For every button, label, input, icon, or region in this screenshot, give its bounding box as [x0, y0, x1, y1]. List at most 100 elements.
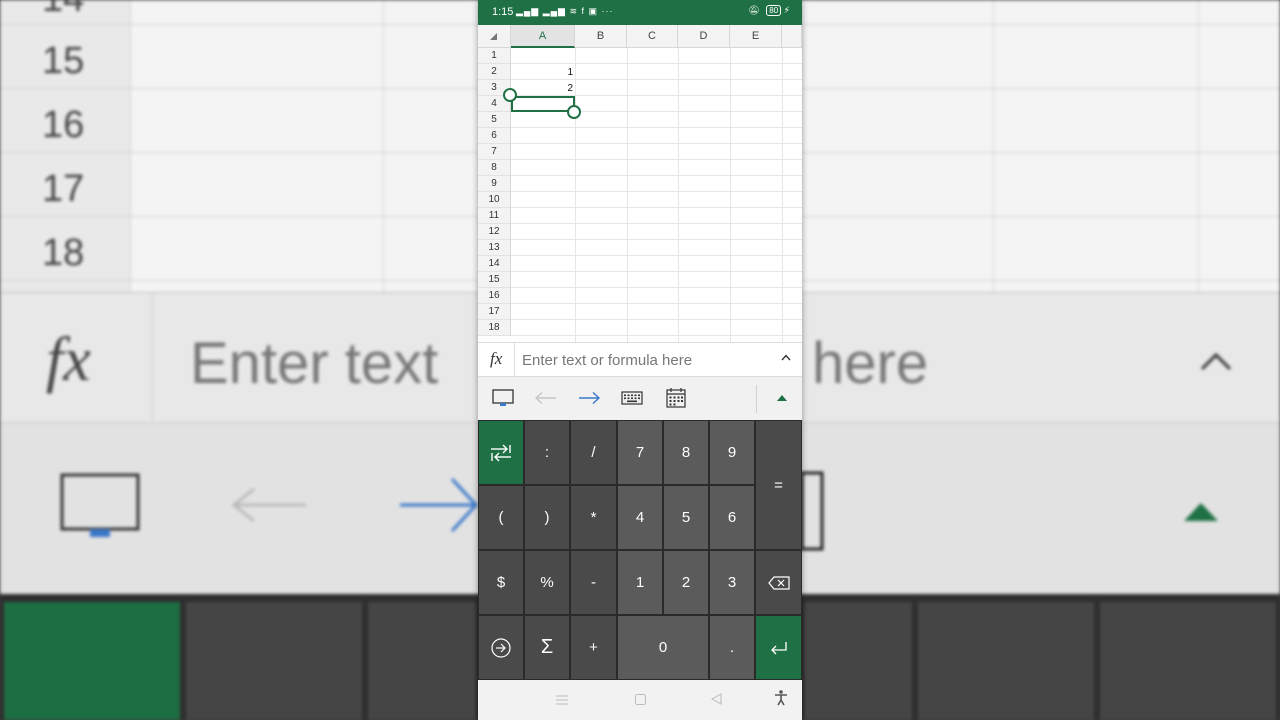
select-all-icon	[490, 33, 497, 40]
dollar-key[interactable]: $	[479, 551, 523, 614]
grid-row-line	[511, 63, 802, 64]
calendar-icon[interactable]	[665, 387, 687, 409]
column-header-b[interactable]: B	[575, 25, 627, 48]
status-bar: 1:15 ▂▄▆ ▂▄▆ ≋ f ▣ ··· 🔕︎ 80 ⚡︎	[478, 0, 802, 25]
phone-screen: 1:15 ▂▄▆ ▂▄▆ ≋ f ▣ ··· 🔕︎ 80 ⚡︎ A B C D …	[478, 0, 802, 720]
chevron-up-icon[interactable]	[781, 352, 791, 364]
backdrop-row-number: 18	[42, 232, 85, 274]
digit-8-key[interactable]: 8	[664, 421, 708, 484]
equals-key[interactable]: =	[756, 421, 801, 549]
row-header-11[interactable]: 11	[478, 208, 511, 224]
backdrop-arrow-left-icon	[231, 487, 306, 523]
cell-a2[interactable]: 1	[513, 67, 573, 78]
grid-column-line	[782, 48, 783, 342]
selection-handle-start[interactable]	[503, 88, 517, 102]
grid-column-line	[575, 48, 576, 342]
grid-row-line	[511, 207, 802, 208]
tab-key[interactable]	[479, 421, 523, 484]
row-header-1[interactable]: 1	[478, 48, 511, 64]
backdrop-key	[4, 602, 180, 720]
digit-9-key[interactable]: 9	[710, 421, 754, 484]
accessibility-icon[interactable]	[774, 690, 788, 709]
percent-key[interactable]: %	[525, 551, 569, 614]
spreadsheet-grid[interactable]: A B C D E 1 2 3 4 5 6 7 8 9 10 11 12 13 …	[478, 25, 802, 342]
arrow-right-icon[interactable]	[577, 387, 601, 409]
row-header-12[interactable]: 12	[478, 224, 511, 240]
column-header-d[interactable]: D	[678, 25, 730, 48]
row-header-6[interactable]: 6	[478, 128, 511, 144]
formula-bar: fx	[478, 342, 802, 377]
row-header-5[interactable]: 5	[478, 112, 511, 128]
digit-3-key[interactable]: 3	[710, 551, 754, 614]
back-icon[interactable]	[710, 692, 722, 708]
row-header-15[interactable]: 15	[478, 272, 511, 288]
column-header-f[interactable]	[782, 25, 802, 48]
row-header-18[interactable]: 18	[478, 320, 511, 336]
decimal-key[interactable]: .	[710, 616, 754, 679]
keyboard-icon[interactable]	[621, 387, 643, 409]
charging-icon: ⚡︎	[783, 5, 790, 15]
digit-6-key[interactable]: 6	[710, 486, 754, 549]
cell-a3[interactable]: 2	[513, 83, 573, 94]
arrow-left-icon[interactable]	[534, 387, 558, 409]
multiply-key[interactable]: *	[571, 486, 616, 549]
grid-row-line	[511, 223, 802, 224]
digit-2-key[interactable]: 2	[664, 551, 708, 614]
slash-key[interactable]: /	[571, 421, 616, 484]
row-header-7[interactable]: 7	[478, 144, 511, 160]
battery-icon: 80	[766, 5, 782, 16]
backdrop-triangle-up-icon	[1184, 503, 1218, 521]
digit-4-key[interactable]: 4	[618, 486, 662, 549]
grid-row-line	[511, 159, 802, 160]
row-header-17[interactable]: 17	[478, 304, 511, 320]
row-header-8[interactable]: 8	[478, 160, 511, 176]
column-header-a[interactable]: A	[511, 25, 575, 48]
backdrop-formula-text: Enter text	[190, 331, 439, 396]
grid-row-line	[511, 127, 802, 128]
right-paren-key[interactable]: )	[525, 486, 569, 549]
grid-row-line	[511, 287, 802, 288]
column-header-c[interactable]: C	[627, 25, 678, 48]
grid-row-line	[511, 255, 802, 256]
plus-key[interactable]: +	[571, 616, 616, 679]
row-header-9[interactable]: 9	[478, 176, 511, 192]
sum-key[interactable]: Σ	[525, 616, 569, 679]
row-header-10[interactable]: 10	[478, 192, 511, 208]
next-key[interactable]	[479, 616, 523, 679]
enter-icon	[770, 641, 787, 654]
circle-arrow-icon	[491, 637, 511, 658]
enter-key[interactable]	[756, 616, 801, 679]
digit-7-key[interactable]: 7	[618, 421, 662, 484]
digit-1-key[interactable]: 1	[618, 551, 662, 614]
backdrop-arrow-right-icon	[400, 477, 479, 533]
cell-view-icon[interactable]	[492, 387, 514, 409]
column-header-e[interactable]: E	[730, 25, 782, 48]
status-right-icons: 🔕︎ 80 ⚡︎	[748, 5, 790, 16]
digit-5-key[interactable]: 5	[664, 486, 708, 549]
grid-column-line	[678, 48, 679, 342]
keypad-toolbar	[478, 377, 802, 420]
formula-input[interactable]	[522, 349, 772, 371]
select-all-corner[interactable]	[478, 25, 511, 48]
row-header-2[interactable]: 2	[478, 64, 511, 80]
grid-row-line	[511, 191, 802, 192]
triangle-up-icon[interactable]	[776, 387, 788, 409]
row-header-14[interactable]: 14	[478, 256, 511, 272]
colon-key[interactable]: :	[525, 421, 569, 484]
digit-0-key[interactable]: 0	[618, 616, 708, 679]
grid-column-line	[730, 48, 731, 342]
home-icon[interactable]	[635, 692, 646, 708]
selection-handle-end[interactable]	[567, 105, 581, 119]
backdrop-gridline	[383, 0, 384, 292]
backdrop-calendar-icon	[800, 471, 824, 551]
left-paren-key[interactable]: (	[479, 486, 523, 549]
minus-key[interactable]: -	[571, 551, 616, 614]
backspace-key[interactable]	[756, 551, 801, 614]
cell-selection-a4[interactable]	[511, 96, 575, 112]
backdrop-key	[368, 602, 476, 720]
backdrop-gridline	[993, 0, 994, 292]
menu-icon[interactable]	[556, 692, 568, 708]
row-header-13[interactable]: 13	[478, 240, 511, 256]
row-header-16[interactable]: 16	[478, 288, 511, 304]
backspace-icon	[767, 575, 790, 590]
